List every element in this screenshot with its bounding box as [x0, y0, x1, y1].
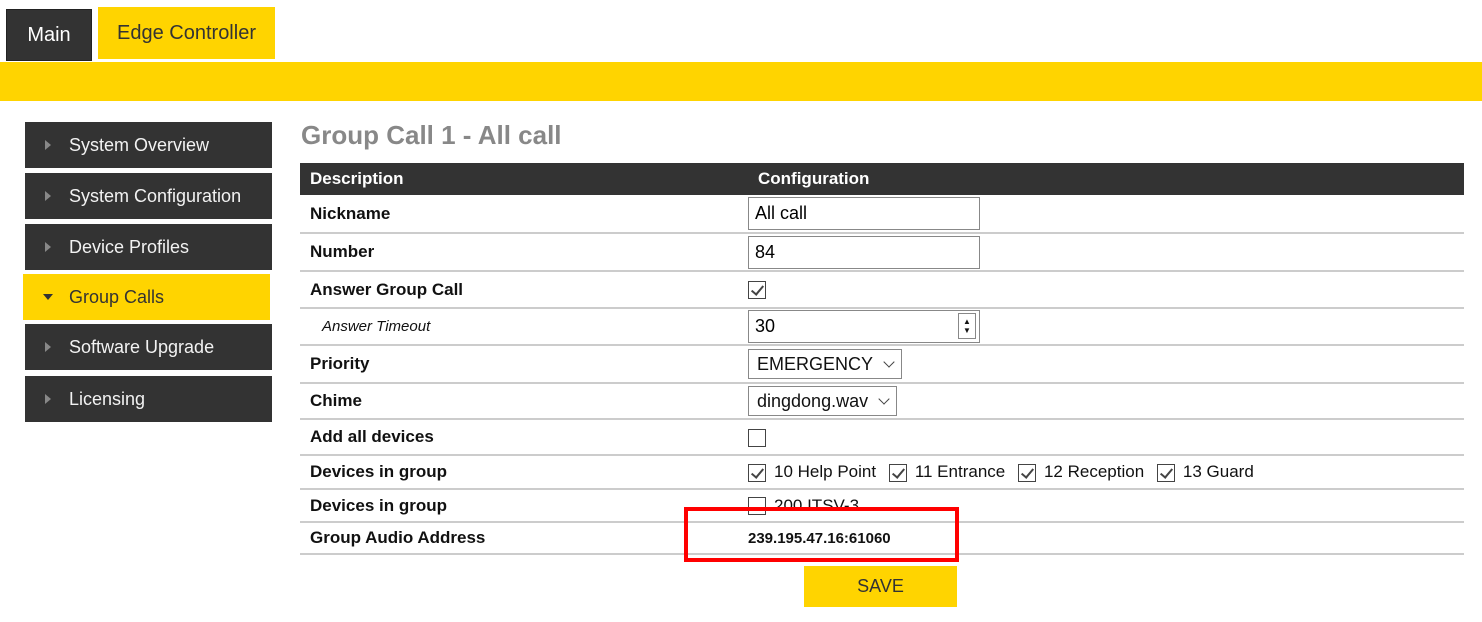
caret-right-icon	[45, 242, 51, 252]
device-label: 13 Guard	[1182, 462, 1254, 481]
label: Priority	[300, 345, 748, 384]
tab-main[interactable]: Main	[6, 9, 92, 61]
sidebar-item-device-profiles[interactable]: Device Profiles	[25, 224, 272, 270]
label: Group Audio Address	[300, 522, 748, 555]
sidebar-label: Group Calls	[69, 286, 165, 307]
chevron-down-icon	[883, 356, 895, 368]
sidebar-label: Licensing	[69, 388, 146, 409]
chevron-down-icon	[878, 393, 890, 405]
label: Devices in group	[300, 489, 748, 523]
sidebar-item-group-calls[interactable]: Group Calls	[23, 274, 270, 320]
spinner-icon[interactable]: ▲ ▼	[958, 313, 976, 339]
label: Answer Timeout	[300, 308, 748, 346]
label: Chime	[300, 383, 748, 420]
device-label: 11 Entrance	[914, 462, 1006, 481]
page-title: Group Call 1 - All call	[301, 120, 562, 150]
sidebar-item-licensing[interactable]: Licensing	[25, 376, 272, 422]
label: Number	[300, 233, 748, 272]
caret-right-icon	[45, 394, 51, 404]
sidebar-label: System Configuration	[69, 185, 242, 206]
add-all-devices-checkbox[interactable]	[748, 428, 766, 447]
label: Answer Group Call	[300, 271, 748, 309]
priority-select[interactable]: EMERGENCY	[748, 349, 903, 379]
caret-right-icon	[45, 191, 51, 201]
chime-select[interactable]: dingdong.wav	[748, 386, 898, 416]
sidebar-label: System Overview	[69, 134, 210, 155]
tab-edge-controller[interactable]: Edge Controller	[98, 7, 275, 59]
device-checkbox[interactable]	[888, 463, 907, 482]
caret-right-icon	[45, 140, 51, 150]
priority-value: EMERGENCY	[757, 353, 874, 374]
sidebar-label: Device Profiles	[69, 236, 190, 257]
answer-timeout-input[interactable]	[748, 310, 980, 343]
header-band	[0, 62, 1482, 101]
nickname-input[interactable]	[748, 197, 980, 230]
sidebar-item-system-configuration[interactable]: System Configuration	[25, 173, 272, 219]
label: Nickname	[300, 195, 748, 234]
answer-group-call-checkbox[interactable]	[748, 281, 766, 300]
sidebar-item-software-upgrade[interactable]: Software Upgrade	[25, 324, 272, 370]
caret-right-icon	[45, 342, 51, 352]
sidebar-label: Software Upgrade	[69, 336, 215, 357]
save-button[interactable]: SAVE	[804, 566, 957, 607]
col-configuration: Configuration	[748, 163, 1464, 195]
label: Devices in group	[300, 455, 748, 490]
label: Add all devices	[300, 419, 748, 456]
col-description: Description	[300, 163, 748, 195]
chime-value: dingdong.wav	[757, 390, 869, 411]
caret-down-icon	[43, 294, 53, 300]
device-checkbox[interactable]	[1017, 463, 1036, 482]
sidebar-item-system-overview[interactable]: System Overview	[25, 122, 272, 168]
highlight-box	[684, 507, 959, 562]
device-label: 10 Help Point	[774, 462, 877, 481]
config-table: DescriptionConfiguration Nickname Number…	[300, 163, 1464, 555]
device-checkbox[interactable]	[748, 463, 766, 482]
device-label: 12 Reception	[1043, 462, 1145, 481]
number-input[interactable]	[748, 235, 980, 269]
device-checkbox[interactable]	[1156, 463, 1175, 482]
